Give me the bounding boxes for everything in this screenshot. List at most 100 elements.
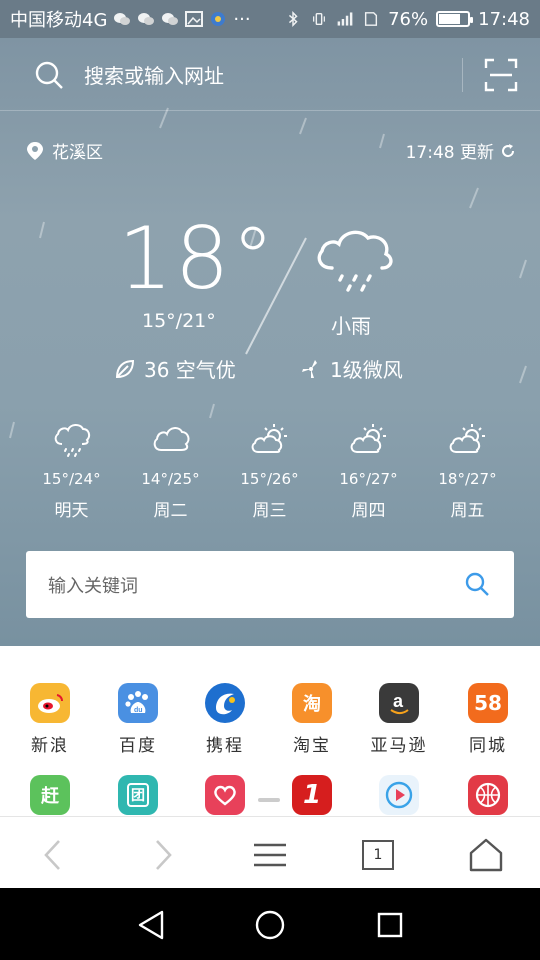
scan-qr-icon[interactable]	[484, 58, 518, 92]
app-taobao[interactable]: 淘 淘宝	[272, 683, 352, 756]
wechat-notification-icon	[114, 13, 131, 25]
heart-app-icon	[205, 775, 245, 815]
forecast-row: 15°/24° 明天 14°/25° 周二 15°/26° 周三 16°/27°…	[22, 422, 518, 521]
yhd-glyph: 1	[302, 780, 322, 810]
app-58tongcheng[interactable]: 58 同城	[448, 683, 528, 756]
clock: 17:48	[478, 8, 530, 30]
vibrate-icon	[313, 12, 326, 26]
ganji-glyph: 赶	[41, 786, 59, 807]
forward-icon[interactable]	[142, 835, 182, 875]
app-label: 淘宝	[293, 736, 331, 756]
status-bar: 中国移动4G ··· 76% 17:48	[0, 0, 540, 38]
forecast-day[interactable]: 15°/24° 明天	[22, 422, 121, 521]
aqi-label: 36 空气优	[144, 358, 236, 382]
forecast-day-label: 周三	[252, 501, 287, 521]
system-recents-icon[interactable]	[373, 908, 407, 942]
app-ganji[interactable]: 赶	[10, 775, 90, 815]
location[interactable]: 花溪区	[26, 138, 103, 163]
quick-links: 新浪 du 百度 携程 淘 淘宝 a 亚马逊 58 同城 赶 团 1	[0, 646, 540, 816]
forecast-temp: 15°/24°	[42, 470, 101, 488]
bluetooth-icon	[289, 11, 298, 27]
system-back-icon[interactable]	[134, 908, 168, 942]
app-sina[interactable]: 新浪	[10, 683, 90, 756]
app-label: 携程	[206, 736, 244, 756]
keyword-search-box[interactable]: 输入关键词	[26, 551, 514, 618]
forecast-day[interactable]: 15°/26° 周三	[220, 422, 319, 521]
amazon-glyph: a	[393, 691, 404, 711]
air-quality[interactable]: 36 空气优	[114, 354, 236, 383]
baidu-icon: du	[118, 683, 158, 723]
forecast-day-label: 周二	[153, 501, 188, 521]
system-navigation-bar	[0, 888, 540, 960]
cloud-icon	[153, 427, 190, 451]
search-icon	[35, 61, 63, 89]
app-basketball[interactable]	[448, 775, 528, 815]
browser-toolbar: 1	[0, 816, 540, 888]
battery-icon	[436, 11, 474, 27]
app-amazon[interactable]: a 亚马逊	[359, 683, 439, 756]
app-yhd[interactable]: 1	[272, 775, 352, 815]
amazon-icon: a	[379, 683, 419, 723]
update-time[interactable]: 17:48 更新	[406, 138, 516, 163]
update-label: 17:48 更新	[405, 143, 494, 163]
app-label: 新浪	[31, 736, 69, 756]
sim-icon	[365, 12, 378, 26]
image-notification-icon	[185, 11, 204, 27]
light-rain-icon	[317, 230, 393, 292]
tuan-glyph: 团	[127, 783, 149, 807]
weather-condition: 小雨	[331, 314, 371, 338]
taobao-glyph: 淘	[303, 694, 321, 715]
forecast-temp: 15°/26°	[240, 470, 299, 488]
keyword-placeholder: 输入关键词	[48, 575, 138, 597]
app-label: 亚马逊	[370, 736, 428, 756]
video-play-icon	[379, 775, 419, 815]
tuan-icon: 团	[118, 775, 158, 815]
app-ctrip[interactable]: 携程	[185, 683, 265, 756]
forecast-day[interactable]: 14°/25° 周二	[121, 422, 220, 521]
forecast-temp: 14°/25°	[141, 470, 200, 488]
partly-cloudy-icon	[251, 424, 287, 453]
app-label: 同城	[469, 736, 507, 756]
wind-info[interactable]: 1级微风	[300, 354, 403, 383]
svg-text:du: du	[134, 707, 143, 714]
app-video[interactable]	[359, 775, 439, 815]
tabs-button[interactable]: 1	[358, 835, 398, 875]
wechat-notification-icon	[138, 13, 155, 25]
app-tuan[interactable]: 团	[98, 775, 178, 815]
ganji-icon: 赶	[30, 775, 70, 815]
forecast-day-label: 周四	[351, 501, 386, 521]
more-notifications-icon: ···	[233, 8, 251, 30]
wind-label: 1级微风	[330, 358, 403, 382]
app-notification-icon	[211, 12, 226, 26]
app-baidu[interactable]: du 百度	[98, 683, 178, 756]
weather-panel: 搜索或输入网址 花溪区 17:48 更新 18° 15°/21° 小雨 36 空…	[0, 38, 540, 646]
app-heart[interactable]	[185, 775, 265, 815]
app-label: 百度	[119, 736, 157, 756]
url-search-bar[interactable]: 搜索或输入网址	[0, 38, 540, 111]
home-icon[interactable]	[466, 835, 506, 875]
url-search-placeholder: 搜索或输入网址	[84, 64, 224, 88]
location-pin-icon	[27, 141, 43, 160]
carrier-label: 中国移动4G	[10, 10, 108, 31]
yhd-icon: 1	[292, 775, 332, 815]
partly-cloudy-icon	[449, 424, 485, 453]
back-icon[interactable]	[34, 835, 74, 875]
temperature-range: 15°/21°	[142, 310, 216, 332]
forecast-temp: 16°/27°	[339, 470, 398, 488]
forecast-day[interactable]: 16°/27° 周四	[319, 422, 418, 521]
search-icon[interactable]	[464, 571, 490, 597]
58-glyph: 58	[474, 691, 502, 715]
partly-cloudy-icon	[350, 424, 386, 453]
forecast-day-label: 明天	[54, 501, 89, 521]
system-home-icon[interactable]	[253, 908, 287, 942]
signal-icon	[337, 12, 353, 26]
location-label: 花溪区	[52, 143, 103, 163]
tab-count: 1	[362, 840, 394, 870]
rain-cloud-icon	[54, 424, 90, 457]
battery-percent: 76%	[388, 8, 429, 30]
leaf-icon	[115, 359, 135, 378]
forecast-day[interactable]: 18°/27° 周五	[418, 422, 517, 521]
divider-slash	[245, 237, 307, 355]
wechat-notification-icon	[162, 13, 179, 25]
menu-icon[interactable]	[250, 835, 290, 875]
